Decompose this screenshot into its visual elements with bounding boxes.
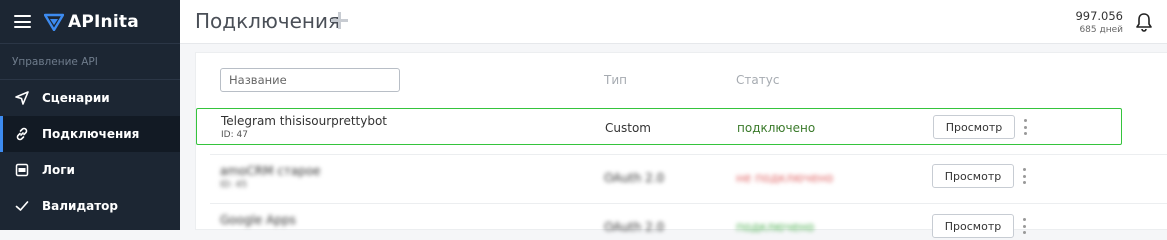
more-options-icon[interactable] [1022,119,1028,135]
connection-name: Google Apps [220,213,296,227]
check-icon [15,199,29,213]
connection-type: OAuth 2.0 [604,171,665,185]
page-title: Подключения [195,9,341,33]
balance-days: 685 дней [1079,25,1123,35]
link-icon [15,127,29,141]
table-row[interactable]: Google Apps OAuth 2.0 подключено Просмот… [196,208,1122,240]
balance-display: 997.056 685 дней [1075,9,1123,35]
row-divider [210,203,1167,204]
balance-amount: 997.056 [1075,9,1123,23]
sidebar-item-validator[interactable]: Валидатор [0,188,180,224]
sidebar-item-label: Валидатор [42,199,119,213]
view-button[interactable]: Просмотр [933,115,1015,139]
column-header-status: Статус [736,73,780,87]
sidebar-section-label: Управление API [0,44,180,80]
connections-table: Тип Статус Telegram thisisourprettybot I… [195,52,1167,238]
more-options-icon[interactable] [1021,168,1027,184]
connection-type: OAuth 2.0 [604,220,665,234]
add-connection-button[interactable] [329,10,349,30]
connection-status: подключено [736,220,815,234]
log-icon [15,163,29,177]
table-row[interactable]: amoCRM старое ID: 45 OAuth 2.0 не подклю… [196,159,1122,196]
view-button[interactable]: Просмотр [932,214,1014,238]
sidebar-item-label: Сценарии [42,91,110,105]
table-row[interactable]: Telegram thisisourprettybot ID: 47 Custo… [196,108,1122,145]
brand-name[interactable]: APInita [68,12,139,32]
connection-status: подключено [737,121,816,135]
more-options-icon[interactable] [1021,218,1027,234]
view-button[interactable]: Просмотр [932,164,1014,188]
logo-icon [44,13,64,31]
search-input[interactable] [220,68,400,92]
bell-icon[interactable] [1135,12,1153,32]
sidebar-item-label: Логи [42,163,75,177]
send-icon [15,91,29,105]
connection-name: Telegram thisisourprettybot [221,114,388,128]
row-divider [210,154,1167,155]
column-header-type: Тип [604,73,627,87]
connection-id: ID: 45 [220,180,247,190]
connection-id: ID: 47 [221,130,248,140]
sidebar-item-connections[interactable]: Подключения [0,116,180,152]
sidebar-item-scenarios[interactable]: Сценарии [0,80,180,116]
connection-name: amoCRM старое [220,164,321,178]
top-header: Подключения 997.056 685 дней [180,0,1167,44]
menu-icon[interactable] [14,15,31,28]
brand-bar: APInita [0,0,180,44]
sidebar: APInita Управление API Сценарии Подключе… [0,0,180,230]
sidebar-item-label: Подключения [42,127,140,141]
sidebar-item-logs[interactable]: Логи [0,152,180,188]
connection-status: не подключено [736,171,834,185]
connection-type: Custom [605,121,651,135]
